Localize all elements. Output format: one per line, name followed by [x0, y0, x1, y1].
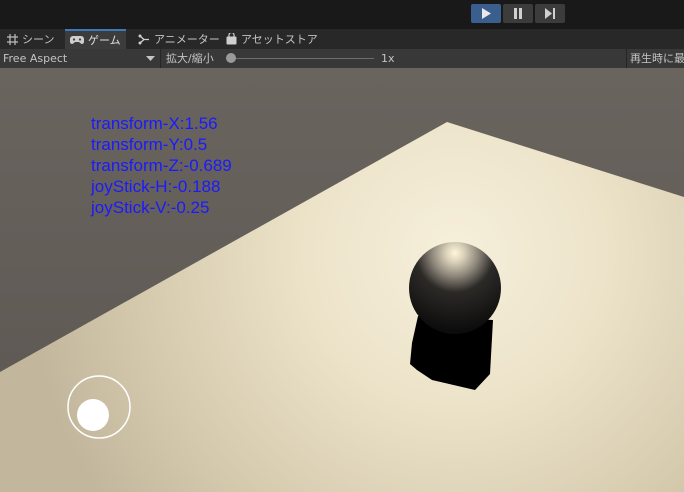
zoom-slider-thumb[interactable] [226, 53, 236, 63]
tab-asset-store[interactable]: アセットストア [221, 29, 324, 49]
zoom-value: 1x [381, 52, 395, 65]
zoom-label: 拡大/縮小 [166, 52, 214, 65]
hud-joystick-v: joyStick-V:-0.25 [91, 198, 210, 217]
tab-label: アセットストア [241, 33, 318, 46]
debug-hud: transform-X:1.56 transform-Y:0.5 transfo… [91, 113, 232, 218]
chevron-down-icon [146, 56, 155, 61]
step-forward-icon [545, 8, 555, 19]
tab-scene[interactable]: シーン [2, 29, 60, 49]
animator-icon [138, 34, 150, 45]
step-button[interactable] [535, 4, 565, 23]
hud-transform-y: transform-Y:0.5 [91, 135, 208, 154]
joystick-knob[interactable] [77, 399, 109, 431]
aspect-dropdown[interactable]: Free Aspect [0, 49, 161, 68]
tab-game[interactable]: ゲーム [65, 29, 126, 49]
pause-icon [514, 8, 522, 19]
play-focus-dropdown[interactable]: 再生時に最 [626, 49, 684, 68]
play-focus-label: 再生時に最 [630, 52, 684, 65]
pause-button[interactable] [503, 4, 533, 23]
view-tab-bar: シーン ゲーム アニメーター アセットストア [0, 29, 684, 50]
zoom-slider[interactable] [226, 53, 374, 64]
hud-transform-z: transform-Z:-0.689 [91, 156, 232, 175]
play-mode-toolbar [0, 0, 684, 29]
tab-animator[interactable]: アニメーター [133, 29, 226, 49]
bag-icon [226, 33, 237, 45]
player-ball [409, 242, 501, 334]
play-icon [482, 8, 491, 19]
tab-label: ゲーム [88, 34, 121, 47]
zoom-slider-track [226, 58, 374, 59]
hud-joystick-h: joyStick-H:-0.188 [91, 177, 221, 196]
grid-icon [7, 33, 18, 45]
hud-transform-x: transform-X:1.56 [91, 114, 218, 133]
tab-label: シーン [22, 33, 55, 46]
aspect-value: Free Aspect [3, 52, 68, 65]
game-viewport[interactable]: transform-X:1.56 transform-Y:0.5 transfo… [0, 68, 684, 492]
game-view-control-bar: Free Aspect 拡大/縮小 1x 再生時に最 [0, 49, 684, 69]
gamepad-icon [70, 35, 84, 45]
tab-label: アニメーター [154, 33, 220, 46]
play-button[interactable] [471, 4, 501, 23]
